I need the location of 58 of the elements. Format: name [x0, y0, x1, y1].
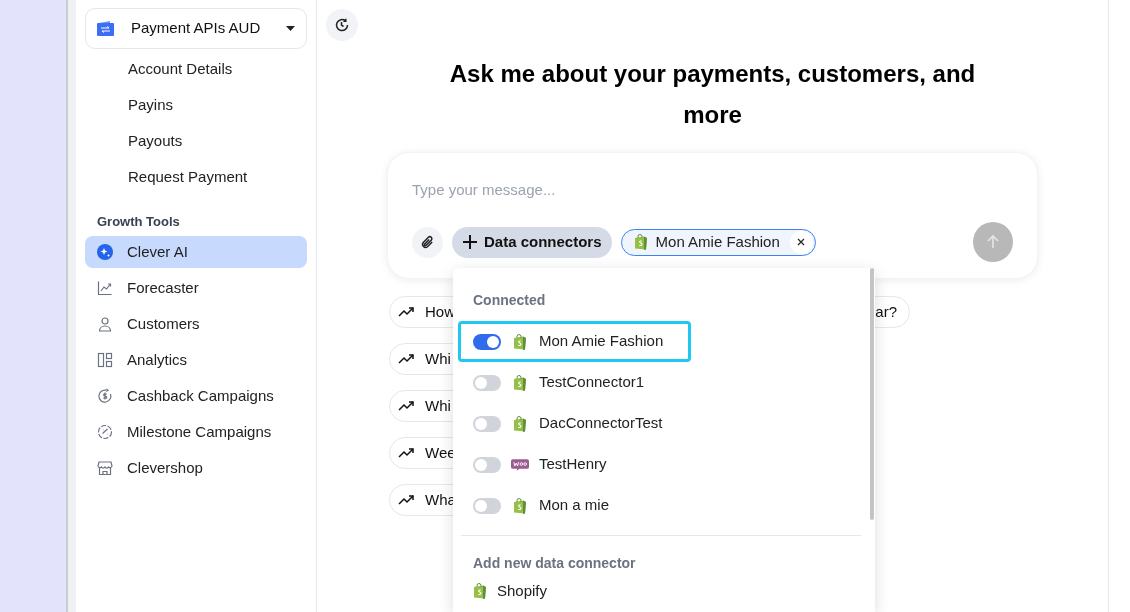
shopping-bag-icon [513, 497, 527, 514]
dollar-coin-icon [97, 388, 113, 404]
speech-bubble-icon [511, 458, 529, 471]
paperclip-icon [420, 234, 435, 250]
remove-button[interactable] [789, 230, 813, 254]
sparkle-icon [97, 244, 113, 260]
data-connectors-button[interactable]: Data connectors [452, 226, 612, 258]
toggle-switch[interactable] [473, 456, 501, 473]
trending-up-icon [398, 401, 415, 411]
connector-option[interactable]: Shopify [473, 575, 861, 607]
arrow-up-icon [985, 234, 1001, 250]
sidebar-link[interactable]: Request Payment [85, 159, 307, 195]
shopping-bag-icon [473, 583, 487, 599]
trend-chart-icon [97, 280, 113, 296]
attach-button[interactable] [412, 226, 443, 258]
shopping-bag-icon [633, 234, 648, 250]
sidebar-item[interactable]: Analytics [85, 344, 307, 376]
sidebar-item[interactable]: Milestone Campaigns [85, 416, 307, 448]
sidebar-item[interactable]: Clever AI [85, 236, 307, 268]
history-icon [334, 17, 350, 33]
close-icon [797, 238, 806, 246]
trending-up-icon [398, 495, 415, 505]
sidebar-link[interactable]: Account Details [85, 51, 307, 87]
shopping-bag-icon [513, 333, 527, 350]
connector-row[interactable]: Mon Amie Fashion [458, 321, 691, 362]
storefront-icon [97, 460, 113, 476]
account-selector[interactable]: Payment APIs AUD [85, 8, 307, 49]
history-button[interactable] [326, 9, 358, 41]
message-input[interactable]: Type your message... [412, 179, 1013, 201]
trending-up-icon [398, 307, 415, 317]
sidebar-item[interactable]: Forecaster [85, 272, 307, 304]
account-name: Payment APIs AUD [131, 18, 262, 39]
sidebar-link[interactable]: Payouts [85, 123, 307, 159]
connector-chip[interactable]: Mon Amie Fashion [620, 228, 816, 256]
shopping-bag-icon [513, 374, 527, 391]
layout-icon [97, 352, 113, 368]
plus-icon [462, 234, 478, 250]
sidebar-item[interactable]: Clevershop [85, 452, 307, 484]
sidebar-item[interactable]: Customers [85, 308, 307, 340]
toggle-switch[interactable] [473, 415, 501, 432]
person-icon [97, 316, 113, 332]
sidebar-item[interactable]: Cashback Campaigns [85, 380, 307, 412]
toggle-switch[interactable] [473, 374, 501, 391]
toggle-switch[interactable] [473, 333, 501, 350]
scrollbar[interactable] [870, 268, 874, 520]
section-heading: Growth Tools [97, 213, 181, 231]
badge-check-icon [97, 424, 113, 440]
section-heading: Add new data connector [473, 554, 637, 573]
sidebar-link[interactable]: Payins [85, 87, 307, 123]
send-button[interactable] [973, 222, 1013, 262]
toggle-switch[interactable] [473, 497, 501, 514]
trending-up-icon [398, 354, 415, 364]
caret-icon [286, 26, 295, 31]
section-heading: Connected [473, 291, 547, 310]
shopping-bag-icon [513, 415, 527, 432]
trending-up-icon [398, 448, 415, 458]
page-title: Ask me about your payments, customers, and more [448, 59, 977, 130]
card-icon [97, 21, 114, 36]
